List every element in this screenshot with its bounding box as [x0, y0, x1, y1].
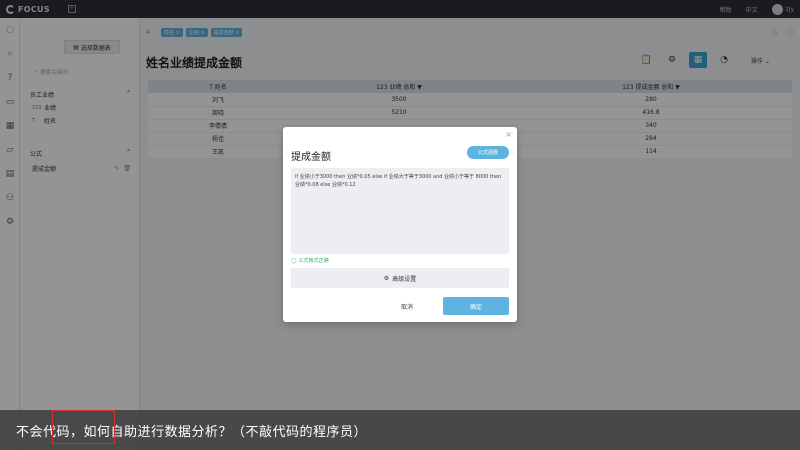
- check-circle-icon: ◯: [291, 257, 297, 264]
- gear-icon: ⚙: [383, 274, 390, 282]
- formula-status-text: 公式格式正确: [298, 258, 329, 264]
- advanced-settings-label: 高级设置: [392, 275, 417, 283]
- formula-function-button[interactable]: 公式函数: [467, 146, 509, 159]
- dialog-title: 提成金额: [291, 152, 331, 163]
- video-caption: 不会代码，如何自助进行数据分析？（不敲代码的程序员）: [0, 410, 800, 450]
- advanced-settings-button[interactable]: ⚙ 高级设置: [291, 268, 509, 288]
- formula-status: ◯ 公式格式正确: [291, 257, 329, 265]
- formula-editor[interactable]: if 业绩小于3000 then 业绩*0.05 else if 业绩大于等于3…: [291, 168, 509, 254]
- formula-dialog: × 提成金额 公式函数 if 业绩小于3000 then 业绩*0.05 els…: [283, 127, 517, 322]
- cancel-button[interactable]: 取消: [377, 297, 437, 315]
- close-icon[interactable]: ×: [505, 130, 512, 139]
- highlight-box: [52, 410, 115, 444]
- ok-button[interactable]: 确定: [443, 297, 509, 315]
